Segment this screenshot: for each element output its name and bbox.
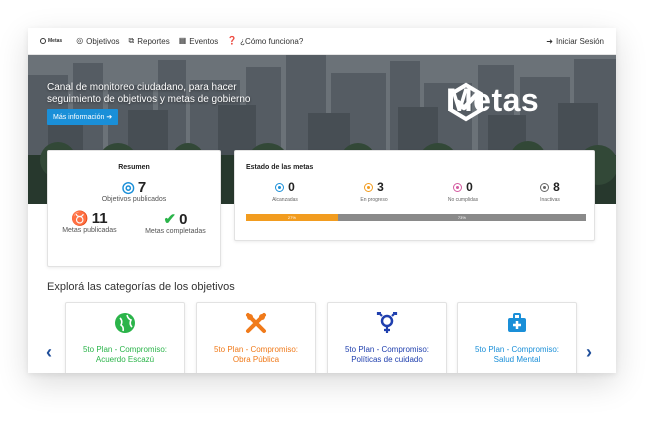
no-cumplidas-count: 0	[466, 180, 473, 194]
en-progreso-count: 3	[377, 180, 384, 194]
progress-segment-en-progreso: 27%	[246, 214, 338, 221]
progress-bar: 27% 73%	[246, 214, 586, 221]
inactivas-label: Inactivas	[540, 197, 560, 203]
estado-inactivas: 8 Inactivas	[505, 180, 595, 203]
objetivos-stat: ◎ 7	[48, 178, 220, 197]
estado-no-cumplidas: 0 No cumplidas	[418, 180, 508, 203]
summary-title: Resumen	[118, 164, 150, 171]
category-card[interactable]: 5to Plan - Compromiso: Acuerdo Escazú	[65, 302, 185, 373]
ring-icon-inactivas	[540, 182, 550, 192]
progress-segment-inactivas: 73%	[337, 214, 586, 221]
browser-window: Metas ◎ Objetivos ⧉ Reportes ▦ Eventos ❓…	[28, 28, 616, 373]
objetivos-label: Objetivos publicados	[101, 196, 167, 203]
category-card[interactable]: 5to Plan - Compromiso: Obra Pública	[196, 302, 316, 373]
category-name: 5to Plan - Compromiso: Políticas de cuid…	[344, 345, 430, 364]
nav-eventos-label: Eventos	[189, 36, 219, 46]
category-name: 5to Plan - Compromiso: Acuerdo Escazú	[82, 345, 168, 364]
hero-tagline: Canal de monitoreo ciudadano, para hacer…	[47, 82, 251, 105]
no-cumplidas-label: No cumplidas	[447, 197, 479, 203]
copy-icon: ⧉	[128, 36, 135, 45]
metas-stat: ♉ 11 Metas publicadas	[62, 210, 116, 235]
mas-informacion-button[interactable]: Más información ➔	[47, 109, 119, 125]
target-icon: ◎	[121, 179, 135, 196]
calendar-icon: ▦	[178, 36, 187, 45]
estado-title: Estado de las metas	[246, 164, 314, 171]
en-progreso-value: 3	[329, 180, 419, 194]
objetivos-count: 7	[137, 178, 147, 196]
metas-count: 11	[91, 210, 108, 227]
ring-icon-no-cumplidas	[453, 182, 463, 192]
medkit-icon	[505, 311, 529, 335]
nav-eventos[interactable]: ▦ Eventos	[179, 37, 218, 46]
category-card[interactable]: 5to Plan - Compromiso: Salud Mental	[457, 302, 577, 373]
category-name: 5to Plan - Compromiso: Salud Mental	[474, 345, 560, 364]
alcanzadas-value: 0	[240, 180, 330, 194]
ring-icon-en-progreso	[364, 182, 374, 192]
nav-como-funciona-label: ¿Cómo funciona?	[240, 36, 304, 46]
inactivas-count: 8	[553, 180, 560, 194]
no-cumplidas-value: 0	[418, 180, 508, 194]
alcanzadas-label: Alcanzadas	[272, 197, 298, 203]
estado-metas-card: Estado de las metas 0 Alcanzadas 3 En pr…	[234, 150, 595, 241]
nav-reportes-label: Reportes	[137, 36, 170, 46]
metas-logo: Metas	[446, 82, 539, 122]
summary-row: ♉ 11 Metas publicadas ✔ 0 Metas completa…	[48, 210, 220, 235]
medal-icon: ♉	[71, 210, 89, 226]
carousel-next-arrow[interactable]: ›	[586, 342, 592, 363]
completadas-count: 0	[179, 210, 188, 228]
completadas-stat: ✔ 0 Metas completadas	[145, 210, 206, 236]
category-card[interactable]: 5to Plan - Compromiso: Políticas de cuid…	[327, 302, 447, 373]
nav-objetivos[interactable]: ◎ Objetivos	[76, 37, 119, 46]
en-progreso-label: En progreso	[360, 197, 388, 203]
arrow-right-icon: ➔	[106, 114, 113, 121]
alcanzadas-count: 0	[288, 180, 295, 194]
metas-badge-icon	[449, 82, 483, 122]
sign-in-icon: ➜	[546, 36, 553, 46]
tools-icon	[244, 311, 268, 335]
estado-en-progreso: 3 En progreso	[329, 180, 419, 203]
nav-como-funciona[interactable]: ❓ ¿Cómo funciona?	[227, 37, 303, 46]
nav-objetivos-label: Objetivos	[86, 36, 120, 46]
metas-logo-icon	[40, 38, 46, 44]
metas-value: ♉ 11	[62, 210, 116, 227]
inactivas-value: 8	[505, 180, 595, 194]
summary-card: Resumen ◎ 7 Objetivos publicados ♉ 11 Me…	[47, 150, 221, 267]
brand-logo[interactable]: Metas	[40, 38, 62, 44]
nav-reportes[interactable]: ⧉ Reportes	[129, 37, 170, 46]
ring-icon-alcanzadas	[275, 182, 285, 192]
globe-icon	[113, 311, 137, 335]
estado-alcanzadas: 0 Alcanzadas	[240, 180, 330, 203]
gender-icon	[375, 311, 399, 335]
mas-informacion-label: Más información	[53, 114, 105, 121]
completadas-value: ✔ 0	[145, 210, 206, 229]
login-label: Iniciar Sesión	[555, 36, 604, 46]
carousel-prev-arrow[interactable]: ‹	[46, 342, 52, 363]
brand-name: Metas	[48, 38, 63, 44]
completadas-label: Metas completadas	[145, 228, 206, 235]
top-navbar: Metas ◎ Objetivos ⧉ Reportes ▦ Eventos ❓…	[28, 28, 616, 55]
check-icon: ✔	[163, 211, 177, 228]
target-icon: ◎	[76, 36, 84, 45]
categorias-title: Explorá las categorías de los objetivos	[47, 281, 235, 293]
metas-label: Metas publicadas	[62, 227, 117, 234]
question-icon: ❓	[227, 36, 238, 45]
login-link[interactable]: ➜ Iniciar Sesión	[546, 37, 604, 46]
category-name: 5to Plan - Compromiso: Obra Pública	[213, 345, 299, 364]
